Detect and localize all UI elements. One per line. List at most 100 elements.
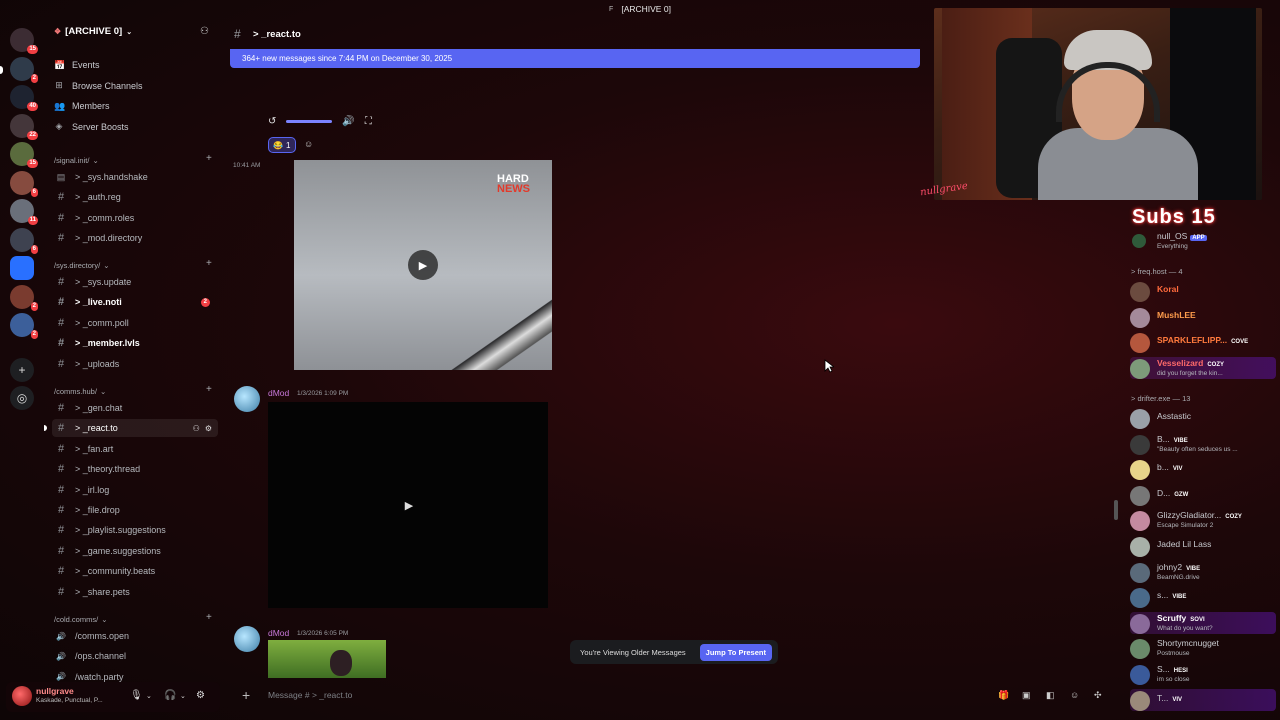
- jump-to-present-button[interactable]: Jump To Present: [699, 643, 772, 661]
- server-icon[interactable]: 15: [10, 142, 38, 168]
- member-item[interactable]: Shortymcnugget Postmouse: [1130, 637, 1276, 660]
- nav-server-boosts[interactable]: ◈ Server Boosts: [54, 119, 129, 135]
- channel-item[interactable]: # > _fan.art: [52, 440, 218, 458]
- webcam-overlay: [934, 8, 1262, 200]
- channel-item[interactable]: # > _irl.log: [52, 481, 218, 499]
- server-icon[interactable]: 6: [10, 227, 38, 254]
- channel-item[interactable]: # > _live.noti 2: [52, 293, 218, 311]
- member-item[interactable]: Koral: [1130, 280, 1276, 302]
- message-author[interactable]: dMod: [268, 388, 289, 398]
- add-reaction-icon[interactable]: ☺: [304, 139, 318, 151]
- create-channel-icon[interactable]: +: [206, 384, 212, 395]
- microphone-icon[interactable]: 🎙: [130, 690, 143, 701]
- channel-item[interactable]: # > _game.suggestions: [52, 542, 218, 560]
- channel-item[interactable]: # > _file.drop: [52, 501, 218, 519]
- message-author[interactable]: dMod: [268, 628, 289, 638]
- video-attachment[interactable]: ▶: [268, 402, 548, 608]
- create-channel-icon[interactable]: +: [206, 258, 212, 269]
- channel-item[interactable]: ▤ > _sys.handshake: [52, 168, 218, 186]
- member-item[interactable]: MushLEE: [1130, 306, 1276, 328]
- member-item[interactable]: T... VIV: [1130, 688, 1276, 711]
- volume-slider[interactable]: [286, 119, 333, 123]
- channel-category[interactable]: /cold.comms/⌄: [54, 615, 107, 624]
- member-item[interactable]: johny2 VIBE BeamNG.drive: [1130, 561, 1276, 583]
- nav-events[interactable]: 📅 Events: [54, 57, 100, 73]
- channel-item[interactable]: # > _react.to ⚇ ⚙: [44, 419, 218, 438]
- gif-icon[interactable]: ▣: [1022, 690, 1031, 701]
- invite-people-icon[interactable]: ⚇: [200, 26, 209, 37]
- server-icon[interactable]: 22: [10, 113, 38, 140]
- member-item[interactable]: null_OS APP Everything: [1130, 230, 1276, 252]
- nav-members[interactable]: 👥 Members: [54, 98, 110, 114]
- reaction-pill[interactable]: 😂 1: [268, 137, 296, 153]
- apps-icon[interactable]: ✣: [1094, 690, 1102, 701]
- server-icon[interactable]: 6: [10, 170, 38, 197]
- member-item[interactable]: s... VIBE: [1130, 586, 1276, 609]
- server-name-header[interactable]: ❖ [ARCHIVE 0] ⌄: [54, 26, 132, 37]
- server-icon[interactable]: 11: [10, 199, 38, 225]
- channel-item[interactable]: # > _mod.directory: [52, 229, 218, 247]
- scrollbar[interactable]: [1114, 500, 1118, 520]
- emoji-icon[interactable]: ☺: [1070, 690, 1079, 700]
- channel-category[interactable]: /signal.init/⌄: [54, 156, 99, 165]
- avatar: [1130, 690, 1150, 711]
- channel-item[interactable]: # > _uploads: [52, 355, 218, 373]
- new-messages-banner[interactable]: 364+ new messages since 7:44 PM on Decem…: [230, 49, 920, 68]
- invite-icon[interactable]: ⚇: [193, 424, 200, 433]
- fullscreen-icon[interactable]: ⛶: [365, 116, 372, 127]
- member-item[interactable]: SPARKLEFLIPP... COVE: [1130, 331, 1276, 354]
- add-attachment-icon[interactable]: +: [242, 687, 250, 703]
- sticker-icon[interactable]: ◧: [1046, 690, 1055, 701]
- gift-icon[interactable]: 🎁: [998, 690, 1009, 701]
- channel-item[interactable]: # > _comm.roles: [52, 209, 218, 227]
- channel-category[interactable]: /sys.directory/⌄: [54, 261, 110, 270]
- channel-category[interactable]: /comms.hub/⌄: [54, 387, 106, 396]
- avatar[interactable]: [234, 626, 260, 652]
- headphones-icon[interactable]: 🎧: [164, 690, 176, 701]
- message-input[interactable]: Message # > _react.to: [268, 690, 352, 700]
- channel-item[interactable]: 🔊 /ops.channel: [52, 647, 218, 665]
- channel-item[interactable]: # > _theory.thread: [52, 460, 218, 478]
- server-icon[interactable]: 2: [10, 313, 38, 339]
- play-icon[interactable]: ▶: [394, 490, 424, 520]
- gear-icon[interactable]: ⚙: [205, 424, 212, 433]
- channel-item[interactable]: 🔊 /comms.open: [52, 627, 218, 645]
- member-item[interactable]: Scruffy SOVI What do you want?: [1130, 611, 1276, 634]
- channel-item[interactable]: # > _share.pets: [52, 583, 218, 601]
- server-icon[interactable]: 40: [10, 85, 38, 111]
- discover-icon[interactable]: ◎: [10, 386, 34, 410]
- member-item[interactable]: Vesselizard COZY did you forget the kin...: [1130, 356, 1276, 379]
- member-item[interactable]: D... GZW: [1130, 484, 1276, 506]
- channel-item[interactable]: # > _auth.reg: [52, 188, 218, 206]
- channel-item[interactable]: # > _member.lvls: [52, 334, 218, 352]
- server-icon[interactable]: 2: [10, 56, 38, 83]
- channel-item[interactable]: # > _gen.chat: [52, 399, 218, 417]
- member-item[interactable]: b... VIV: [1130, 458, 1276, 481]
- add-server-icon[interactable]: +: [10, 358, 34, 382]
- member-item[interactable]: S... HESI im so close: [1130, 663, 1276, 685]
- create-channel-icon[interactable]: +: [206, 153, 212, 164]
- gear-icon[interactable]: ⚙: [196, 690, 205, 701]
- nav-browse-channels[interactable]: ⊞ Browse Channels: [54, 78, 142, 94]
- avatar[interactable]: [234, 386, 260, 412]
- play-icon[interactable]: ▶: [408, 250, 438, 280]
- member-item[interactable]: GlizzyGladiator... COZY Escape Simulator 2: [1130, 509, 1276, 532]
- channel-item[interactable]: # > _comm.poll: [52, 314, 218, 332]
- image-attachment[interactable]: [268, 640, 386, 678]
- avatar[interactable]: [12, 686, 32, 706]
- channel-item[interactable]: # > _sys.update: [52, 273, 218, 291]
- chevron-down-icon[interactable]: ⌄: [146, 692, 152, 700]
- member-item[interactable]: Jaded Lil Lass: [1130, 535, 1276, 557]
- create-channel-icon[interactable]: +: [206, 612, 212, 623]
- member-item[interactable]: B... VIBE "Beauty often seduces us ...: [1130, 433, 1276, 455]
- server-icon[interactable]: [10, 256, 34, 280]
- chevron-down-icon[interactable]: ⌄: [180, 692, 186, 700]
- volume-icon[interactable]: 🔊: [342, 116, 354, 127]
- channel-item[interactable]: # > _playlist.suggestions: [52, 521, 218, 539]
- replay-icon[interactable]: ↺: [268, 116, 276, 127]
- server-icon[interactable]: 2: [10, 284, 38, 311]
- server-icon[interactable]: 15: [10, 28, 38, 54]
- video-attachment[interactable]: HARD NEWS ▶: [294, 160, 552, 370]
- channel-item[interactable]: # > _community.beats: [52, 562, 218, 580]
- member-item[interactable]: Asstastic: [1130, 407, 1276, 429]
